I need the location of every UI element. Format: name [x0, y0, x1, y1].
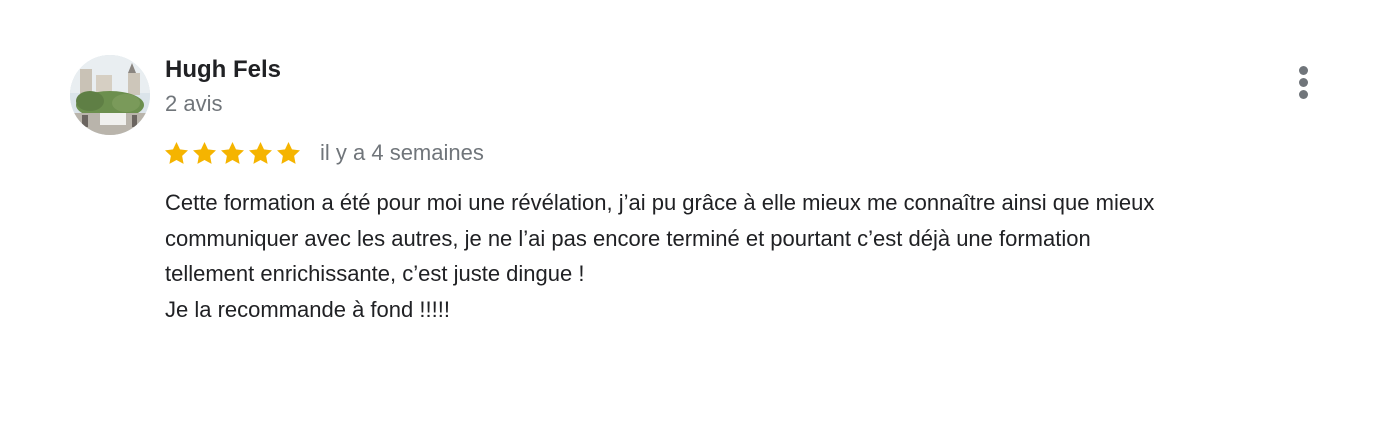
- rating-row: il y a 4 semaines: [163, 138, 484, 168]
- star-icon: [165, 141, 188, 164]
- review-text-line: Je la recommande à fond !!!!!: [165, 296, 450, 322]
- review-text: Cette formation a été pour moi une révél…: [165, 185, 1355, 327]
- more-options-button[interactable]: [1284, 62, 1324, 102]
- reviewer-name[interactable]: Hugh Fels: [165, 55, 281, 85]
- more-vert-icon: [1299, 66, 1308, 75]
- star-rating: [163, 140, 302, 167]
- review-text-line: communiquer avec les autres, je ne l’ai …: [165, 225, 1091, 251]
- review-date: il y a 4 semaines: [320, 140, 484, 165]
- star-icon: [249, 141, 272, 164]
- review-text-line: Cette formation a été pour moi une révél…: [165, 190, 1155, 215]
- review-text-line: tellement enrichissante, c’est juste din…: [165, 261, 585, 286]
- star-icon: [221, 141, 244, 164]
- star-icon: [277, 141, 300, 164]
- star-icon: [193, 141, 216, 164]
- reviewer-review-count: 2 avis: [165, 91, 223, 116]
- avatar[interactable]: [70, 55, 150, 135]
- avatar-photo: [70, 55, 150, 135]
- review-card: Hugh Fels 2 avis il y a 4 semaines Cette…: [0, 0, 1375, 432]
